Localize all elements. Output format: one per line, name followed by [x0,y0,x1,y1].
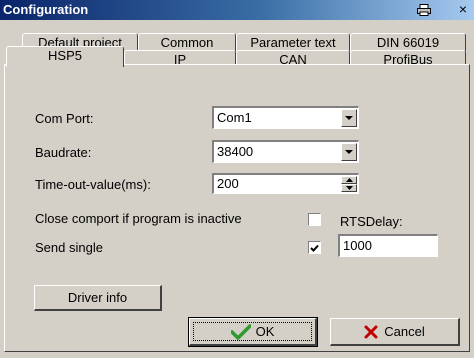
rts-delay-label: RTSDelay: [340,214,403,229]
com-port-label: Com Port: [35,111,94,126]
checkmark-icon [310,244,319,252]
timeout-label: Time-out-value(ms): [35,177,151,192]
title-bar[interactable]: Configuration × [0,0,474,20]
tab-parameter-text[interactable]: Parameter text [236,33,350,51]
close-comport-checkbox[interactable] [308,213,321,226]
close-icon [364,325,378,338]
focus-rect [193,322,312,341]
rts-delay-input[interactable]: 1000 [338,234,438,257]
close-comport-label: Close comport if program is inactive [35,211,242,226]
send-single-label: Send single [35,240,103,255]
tab-din-66019[interactable]: DIN 66019 [350,33,466,51]
window-title: Configuration [3,2,89,17]
driver-info-button[interactable]: Driver info [34,285,162,311]
chevron-down-icon[interactable] [341,143,357,161]
timeout-spinner[interactable]: 200 [212,173,359,194]
tab-hsp5[interactable]: HSP5 [6,46,124,67]
spin-down-icon[interactable] [341,184,357,192]
close-icon[interactable]: × [454,0,472,18]
cancel-button[interactable]: Cancel [330,318,460,346]
ok-button[interactable]: OK [188,317,318,347]
com-port-select[interactable]: Com1 [212,106,359,129]
baudrate-select[interactable]: 38400 [212,140,359,163]
baudrate-label: Baudrate: [35,145,92,160]
send-single-checkbox[interactable] [308,241,321,254]
spin-up-icon[interactable] [341,176,357,184]
tab-common[interactable]: Common [138,33,236,51]
print-icon[interactable] [414,1,434,18]
chevron-down-icon[interactable] [341,109,357,127]
